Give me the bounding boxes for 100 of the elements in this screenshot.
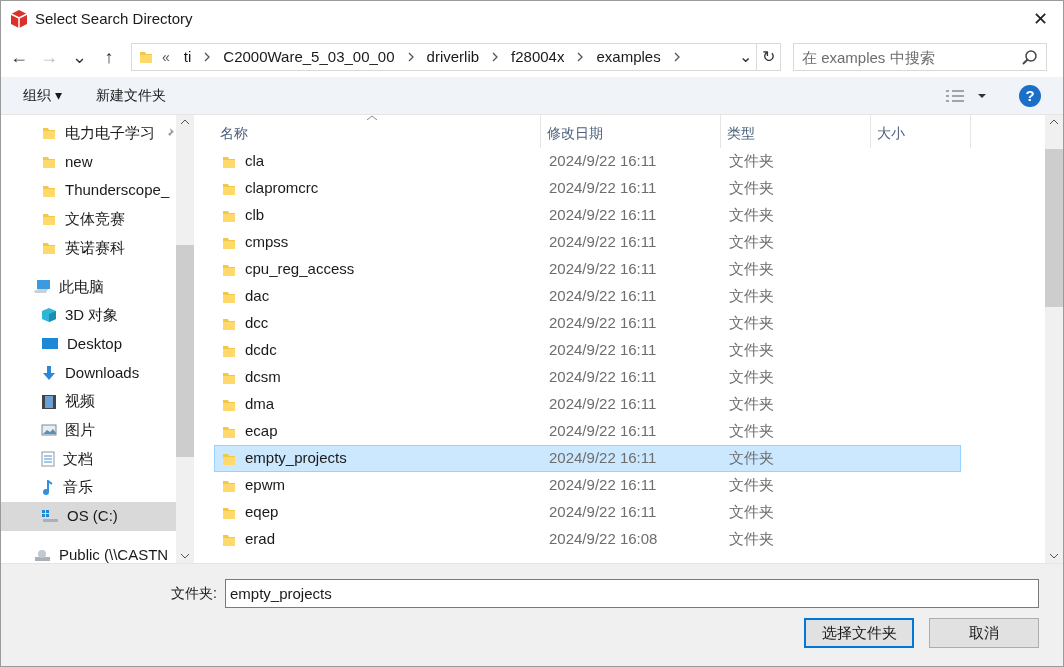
search-field[interactable]: 在 examples 中搜索 [793, 43, 1047, 71]
file-row[interactable]: eqep 2024/9/22 16:11 文件夹 [214, 499, 961, 526]
file-row[interactable]: epwm 2024/9/22 16:11 文件夹 [214, 472, 961, 499]
sidebar-item[interactable]: 3D 对象 [1, 301, 176, 330]
breadcrumb-item[interactable]: ti [177, 45, 198, 69]
folder-icon [41, 154, 57, 171]
sidebar-item-label: Downloads [65, 362, 140, 383]
chevron-right-icon [203, 51, 212, 63]
scroll-down-icon [180, 553, 190, 559]
sidebar-scrollbar[interactable] [176, 115, 194, 563]
refresh-button[interactable]: ↻ [756, 44, 780, 70]
folder-name-field[interactable]: empty_projects [225, 579, 1039, 608]
organize-menu-button[interactable]: 组织 ▾ [23, 85, 62, 106]
cube-icon [41, 307, 57, 324]
sidebar-item[interactable]: 视频 [1, 387, 176, 416]
chevron-right-icon [491, 51, 500, 63]
sidebar-item-label: Thunderscope_ [65, 180, 170, 201]
file-type: 文件夹 [728, 367, 775, 388]
sidebar-item-label: Public (\\CASTN [59, 544, 169, 563]
modified-date: 2024/9/22 16:11 [548, 448, 658, 469]
modified-date: 2024/9/22 16:11 [548, 259, 658, 280]
sidebar-item-label: 图片 [65, 419, 95, 440]
file-row[interactable]: cpu_reg_access 2024/9/22 16:11 文件夹 [214, 256, 961, 283]
file-row[interactable]: dcc 2024/9/22 16:11 文件夹 [214, 310, 961, 337]
file-row[interactable]: erad 2024/9/22 16:08 文件夹 [214, 526, 961, 553]
file-name: cpu_reg_access [245, 259, 355, 280]
file-name: clb [245, 205, 265, 226]
modified-date: 2024/9/22 16:11 [548, 178, 658, 199]
modified-date: 2024/9/22 16:11 [548, 286, 658, 307]
sidebar-item-label: 视频 [65, 391, 95, 412]
file-row[interactable]: dma 2024/9/22 16:11 文件夹 [214, 391, 961, 418]
file-row[interactable]: clapromcrc 2024/9/22 16:11 文件夹 [214, 175, 961, 202]
breadcrumb-item[interactable]: examples [590, 45, 667, 69]
sidebar-item[interactable]: Desktop [1, 329, 176, 359]
modified-date: 2024/9/22 16:11 [548, 151, 658, 172]
modified-date: 2024/9/22 16:11 [548, 340, 658, 361]
help-button[interactable]: ? [1019, 84, 1041, 107]
drive-icon [41, 508, 59, 525]
address-bar[interactable]: « ti C2000Ware_5_03_00_00 driverlib f28004x examples ⌄ ↻ [131, 43, 781, 71]
sidebar-item[interactable]: Downloads [1, 358, 176, 388]
search-icon [1022, 49, 1038, 65]
modified-date: 2024/9/22 16:11 [548, 502, 658, 523]
music-note-icon [41, 479, 55, 496]
scroll-up-icon [1049, 119, 1059, 125]
scrollbar-thumb[interactable] [176, 245, 194, 457]
folder-label: 文件夹: [171, 584, 217, 603]
new-folder-button[interactable]: 新建文件夹 [95, 85, 945, 106]
recent-locations-button[interactable]: ⌄ [67, 43, 91, 71]
breadcrumb-item[interactable]: C2000Ware_5_03_00_00 [217, 45, 401, 69]
cancel-button[interactable]: 取消 [929, 618, 1039, 648]
file-row[interactable]: ecap 2024/9/22 16:11 文件夹 [214, 418, 961, 445]
file-name: clapromcrc [245, 178, 319, 199]
sidebar-item[interactable]: Thunderscope_ [1, 176, 176, 206]
column-header[interactable]: 大小 [871, 115, 971, 148]
file-type: 文件夹 [728, 313, 775, 334]
computer-icon [33, 278, 51, 295]
sidebar-item[interactable]: 此电脑 [1, 272, 176, 302]
file-type: 文件夹 [728, 448, 775, 469]
file-list-scrollbar[interactable] [1045, 115, 1063, 563]
breadcrumb-item[interactable]: driverlib [420, 45, 486, 69]
file-row[interactable]: dac 2024/9/22 16:11 文件夹 [214, 283, 961, 310]
window-title: Select Search Directory [35, 8, 194, 29]
file-row[interactable]: empty_projects 2024/9/22 16:11 文件夹 [214, 445, 961, 472]
file-row[interactable]: cmpss 2024/9/22 16:11 文件夹 [214, 229, 961, 256]
file-row[interactable]: clb 2024/9/22 16:11 文件夹 [214, 202, 961, 229]
back-button[interactable]: ← [7, 43, 31, 71]
column-header[interactable]: 名称 [214, 115, 541, 148]
breadcrumb-item[interactable]: f28004x [505, 45, 571, 69]
file-name: empty_projects [245, 448, 347, 469]
sidebar-item[interactable]: 文体竞赛 [1, 205, 176, 234]
file-row[interactable]: cla 2024/9/22 16:11 文件夹 [214, 148, 961, 175]
sidebar-item[interactable]: OS (C:) [1, 501, 176, 531]
file-name: ecap [245, 421, 278, 442]
select-folder-button[interactable]: 选择文件夹 [804, 618, 914, 648]
sidebar-item[interactable]: Public (\\CASTN [1, 540, 176, 563]
file-type: 文件夹 [728, 475, 775, 496]
file-type: 文件夹 [728, 259, 775, 280]
close-button[interactable]: ✕ [1017, 1, 1063, 37]
file-row[interactable]: dcsm 2024/9/22 16:11 文件夹 [214, 364, 961, 391]
up-button[interactable]: ↑ [97, 43, 121, 71]
sidebar-item[interactable]: 文档 [1, 444, 176, 474]
column-header[interactable]: 类型 [721, 115, 871, 148]
file-type: 文件夹 [728, 178, 775, 199]
sidebar-item[interactable]: 电力电子学习 [1, 119, 176, 148]
file-name: dac [245, 286, 270, 307]
column-header[interactable]: 修改日期 [541, 115, 721, 148]
sidebar-item-label: 此电脑 [59, 276, 104, 297]
scrollbar-thumb[interactable] [1045, 149, 1063, 307]
sidebar-item[interactable]: 图片 [1, 415, 176, 445]
file-row[interactable]: dcdc 2024/9/22 16:11 文件夹 [214, 337, 961, 364]
folder-icon [41, 211, 57, 228]
sidebar-item-label: 音乐 [63, 477, 93, 498]
chevron-right-icon [672, 51, 681, 63]
sidebar-item[interactable]: new [1, 147, 176, 177]
file-type: 文件夹 [728, 232, 775, 253]
address-dropdown-button[interactable]: ⌄ [734, 44, 756, 70]
sidebar-item[interactable]: 英诺赛科 [1, 233, 176, 263]
sidebar-item[interactable]: 音乐 [1, 473, 176, 502]
file-type: 文件夹 [728, 394, 775, 415]
sidebar-item-label: Desktop [67, 333, 123, 354]
